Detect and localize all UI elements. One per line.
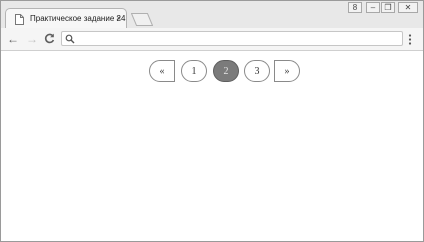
pagination-next-button[interactable]: » [274,60,300,82]
page-icon [15,14,24,25]
page-content: « 1 2 3 » [1,51,423,241]
kebab-menu-icon[interactable] [408,34,412,45]
search-icon [65,34,75,44]
minimize-button[interactable]: – [366,2,380,13]
tab-active[interactable]: Практическое задание 24 × [5,8,127,28]
pagination-prev-button[interactable]: « [149,60,175,82]
pagination-page-3[interactable]: 3 [244,60,270,82]
address-bar[interactable] [61,31,403,46]
browser-toolbar: ← → [1,28,423,51]
title-bar: Практическое задание 24 × 8 – ❐ ✕ [1,1,423,28]
back-button[interactable]: ← [7,33,19,45]
tab-title: Практическое задание 24 [30,14,126,23]
maximize-button[interactable]: ❐ [381,2,395,13]
browser-window: Практическое задание 24 × 8 – ❐ ✕ ← → « … [0,0,424,242]
tab-close-icon[interactable]: × [116,13,121,23]
user-icon[interactable]: 8 [348,2,362,13]
new-tab-button[interactable] [131,13,153,26]
forward-button[interactable]: → [26,33,38,45]
close-window-button[interactable]: ✕ [398,2,418,13]
pagination-page-2-active[interactable]: 2 [213,60,239,82]
reload-icon[interactable] [44,33,55,44]
pagination-page-1[interactable]: 1 [181,60,207,82]
